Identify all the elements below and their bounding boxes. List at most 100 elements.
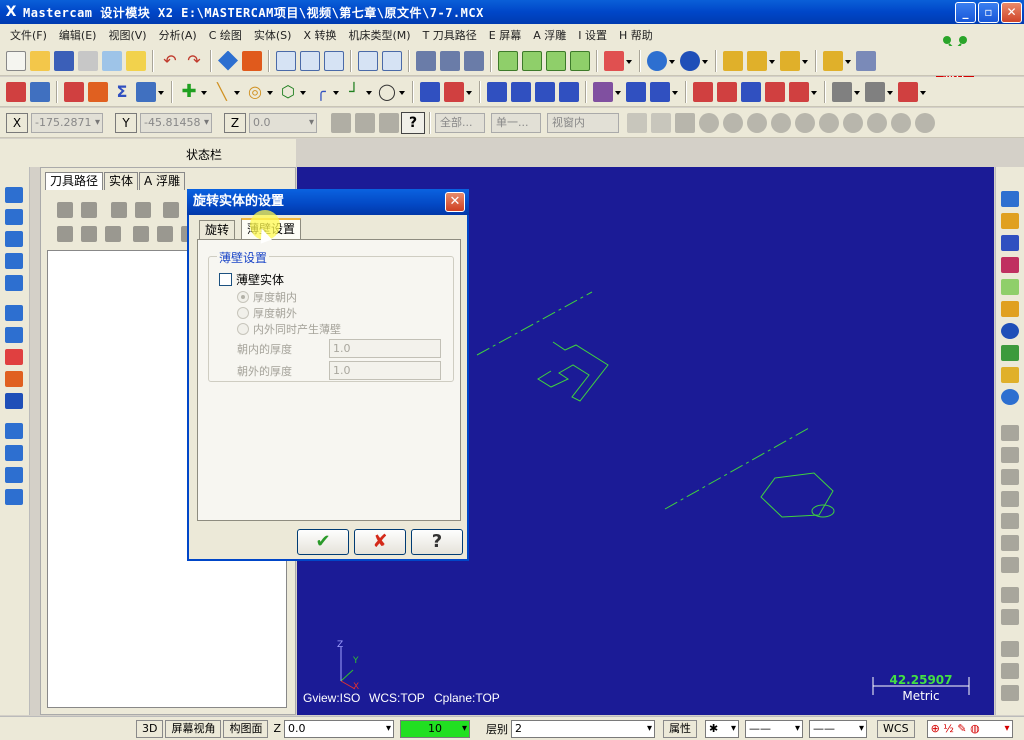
fast-point-icon[interactable] [331,112,351,133]
break-icon[interactable] [444,81,464,102]
view-mode-select[interactable]: 视窗内 [547,112,619,133]
rotate-icon[interactable] [626,81,646,102]
redo-icon[interactable]: ↷ [184,51,204,71]
y-axis-button[interactable]: Y [115,112,137,133]
shading-icon[interactable] [416,50,436,71]
find-features-icon[interactable] [5,467,23,483]
transform-dropdown[interactable] [845,51,851,71]
menu-help[interactable]: H 帮助 [613,27,659,43]
r-drill-icon[interactable] [1001,641,1019,657]
cube-select-icon[interactable] [771,112,791,133]
arrow-select-icon[interactable] [651,112,671,133]
offset-icon[interactable] [535,81,555,102]
r-compass-icon[interactable] [1001,301,1019,317]
zoom-window-icon[interactable] [300,50,320,71]
menu-solids[interactable]: 实体(S) [248,27,298,43]
hex-filter-icon[interactable] [723,112,743,133]
new-file-icon[interactable] [6,50,26,71]
wcs-button[interactable]: WCS [877,719,915,738]
regenerate-dirty-icon[interactable] [135,202,151,218]
project-icon[interactable] [559,81,579,102]
menu-view[interactable]: 视图(V) [102,27,152,43]
solid-manager-icon[interactable] [5,489,23,505]
trim-icon[interactable] [420,81,440,102]
dialog-close-button[interactable]: ✕ [445,192,465,212]
line-width-field[interactable]: —— [809,719,868,738]
toggle-display-icon[interactable] [81,226,97,242]
color-dropdown[interactable] [811,82,817,102]
transform-icon[interactable] [823,50,843,71]
circle-dropdown[interactable] [399,82,405,102]
r-sphere-icon[interactable] [1001,323,1019,339]
r-globe-icon[interactable] [1001,389,1019,405]
solid-select-icon[interactable] [675,112,695,133]
surface-icon[interactable] [865,81,885,102]
snap-icon[interactable] [379,112,399,133]
sphere-dropdown[interactable] [702,51,708,71]
r-box-icon[interactable] [1001,345,1019,361]
color-icon[interactable] [789,81,809,102]
vertex-select-icon[interactable] [819,112,839,133]
r-cube-icon[interactable] [1001,279,1019,295]
select-dirty-ops-icon[interactable] [81,202,97,218]
z-axis-button[interactable]: Z [224,112,246,133]
sum-icon[interactable]: Σ [112,82,132,102]
point-icon[interactable]: ✚ [179,81,199,102]
side-view-icon[interactable] [570,50,590,71]
modify-icon[interactable] [511,81,531,102]
face-select-icon[interactable] [843,112,863,133]
table-icon[interactable] [136,81,156,102]
menu-xform[interactable]: X 转换 [297,27,342,43]
globe-icon[interactable] [647,50,667,71]
surface-dropdown[interactable] [887,82,893,102]
btn-3d[interactable]: 3D [136,719,164,738]
menu-create[interactable]: C 绘图 [203,27,248,43]
drill-dropdown[interactable] [920,82,926,102]
select-single-button[interactable]: 单一... [491,112,541,133]
r-offset-icon[interactable] [1001,609,1019,625]
x-axis-button[interactable]: X [6,112,28,133]
help-query-icon[interactable] [126,50,146,71]
attributes-button[interactable]: 属性 [663,719,698,738]
radio-outward-row[interactable]: 厚度朝外 [237,305,297,321]
btn-cplane[interactable]: 构图面 [223,719,269,738]
globe-dropdown[interactable] [669,51,675,71]
solid-icon[interactable] [88,81,108,102]
select-help-icon[interactable] [915,112,935,133]
level-field[interactable]: 2 [511,719,656,738]
menu-screen[interactable]: E 屏幕 [483,27,527,43]
sweep-solid-icon[interactable] [5,231,23,247]
wireframe-icon[interactable] [440,50,460,71]
color-field[interactable]: 10 [400,719,471,738]
chain-icon[interactable] [64,81,84,102]
r-new-icon[interactable] [1001,191,1019,207]
snap-tools-field[interactable]: ⊕ ½ ✎ ◍ [926,719,1013,738]
fillet-icon[interactable]: ╭ [311,82,331,102]
ok-button[interactable]: ✔ [297,529,349,555]
end-select-icon[interactable] [891,112,911,133]
radio-both[interactable] [237,323,249,335]
r-spline-icon[interactable] [1001,535,1019,551]
line-style-field[interactable]: —— [745,719,804,738]
r-line-icon[interactable] [1001,447,1019,463]
sphere-icon[interactable] [680,50,700,71]
loft-solid-icon[interactable] [5,253,23,269]
zoom-in-icon[interactable] [358,50,378,71]
polygon-dropdown[interactable] [300,82,306,102]
r-fillet-icon[interactable] [1001,491,1019,507]
radio-outward[interactable] [237,307,249,319]
move-down-icon[interactable] [133,226,149,242]
tab-art[interactable]: A 浮雕 [139,172,186,190]
top-view-icon[interactable] [522,50,542,71]
zoom-target-icon[interactable] [324,50,344,71]
iso-view-icon[interactable] [498,50,518,71]
radio-both-row[interactable]: 内外同时产生薄壁 [237,321,341,337]
menu-art[interactable]: A 浮雕 [527,27,572,43]
r-point-icon[interactable] [1001,425,1019,441]
r-save-icon[interactable] [1001,235,1019,251]
thin-wall-checkbox-row[interactable]: 薄壁实体 [219,271,284,288]
translate-icon[interactable] [650,81,670,102]
measure-icon[interactable] [780,50,800,71]
dimension-icon[interactable] [856,50,876,71]
circle-icon[interactable]: ◯ [377,82,397,102]
